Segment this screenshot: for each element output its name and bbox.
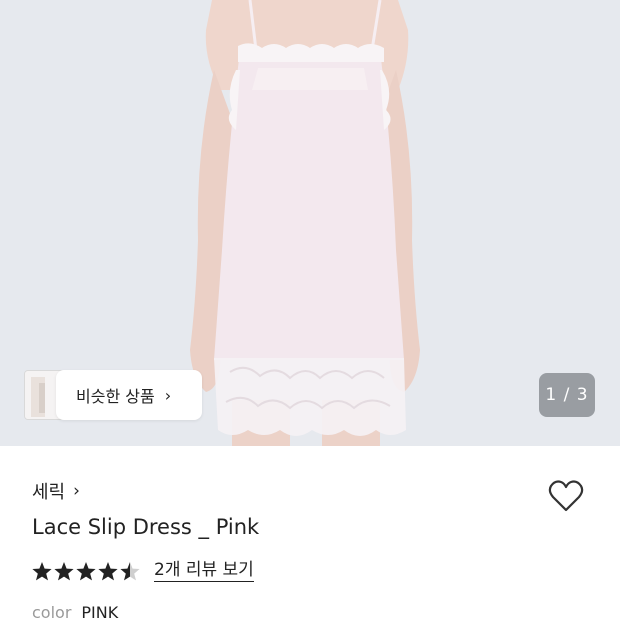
view-reviews-link[interactable]: 2개 리뷰 보기	[154, 560, 254, 582]
rating-row: 2개 리뷰 보기	[32, 560, 254, 582]
option-key: color	[32, 603, 72, 622]
star-icon	[32, 562, 52, 581]
option-row: color PINK	[32, 603, 118, 622]
star-icon	[54, 562, 74, 581]
similar-products-button[interactable]: 비슷한 상품 ›	[24, 370, 202, 420]
half-star-icon	[120, 562, 140, 581]
option-value: PINK	[81, 603, 119, 622]
star-icon	[98, 562, 118, 581]
brand-name: 세릭	[32, 482, 66, 503]
star-icon	[76, 562, 96, 581]
rating-stars	[32, 560, 140, 582]
chevron-right-icon: ›	[164, 385, 172, 405]
product-title: Lace Slip Dress _ Pink	[32, 515, 260, 539]
image-page-indicator: 1 / 3	[539, 373, 595, 417]
chevron-right-icon: ›	[73, 481, 80, 501]
brand-link[interactable]: 세릭 ›	[32, 478, 80, 504]
similar-products-pill[interactable]: 비슷한 상품 ›	[56, 370, 202, 420]
heart-outline-icon	[548, 480, 584, 512]
wishlist-button[interactable]	[546, 478, 586, 514]
similar-products-label: 비슷한 상품	[76, 387, 155, 406]
product-image-gallery[interactable]: 비슷한 상품 › 1 / 3	[0, 0, 620, 446]
